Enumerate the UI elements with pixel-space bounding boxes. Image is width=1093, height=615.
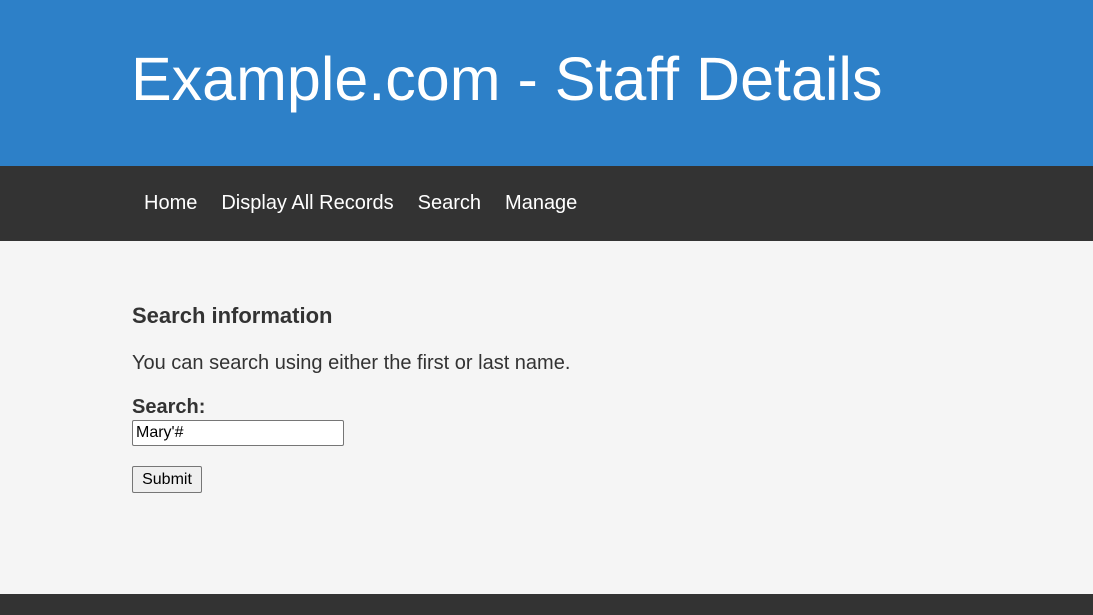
nav-item-home: Home: [132, 166, 209, 241]
nav-link-manage[interactable]: Manage: [493, 166, 589, 241]
page-title: Example.com - Staff Details: [131, 45, 883, 113]
search-instructions: You can search using either the first or…: [132, 352, 571, 374]
nav-link-home[interactable]: Home: [132, 166, 209, 241]
search-input[interactable]: [132, 420, 344, 446]
search-label: Search:: [132, 396, 206, 418]
main-content: Search information You can search using …: [0, 241, 1093, 594]
site-header: Example.com - Staff Details: [0, 0, 1093, 166]
nav-link-display-all-records[interactable]: Display All Records: [209, 166, 405, 241]
nav-list: Home Display All Records Search Manage: [132, 166, 589, 241]
nav-item-manage: Manage: [493, 166, 589, 241]
nav-link-search[interactable]: Search: [406, 166, 493, 241]
nav-item-search: Search: [406, 166, 493, 241]
site-footer: [0, 594, 1093, 615]
nav-item-display-all-records: Display All Records: [209, 166, 405, 241]
submit-button[interactable]: Submit: [132, 466, 202, 493]
section-heading: Search information: [132, 303, 333, 328]
main-navigation: Home Display All Records Search Manage: [0, 166, 1093, 241]
